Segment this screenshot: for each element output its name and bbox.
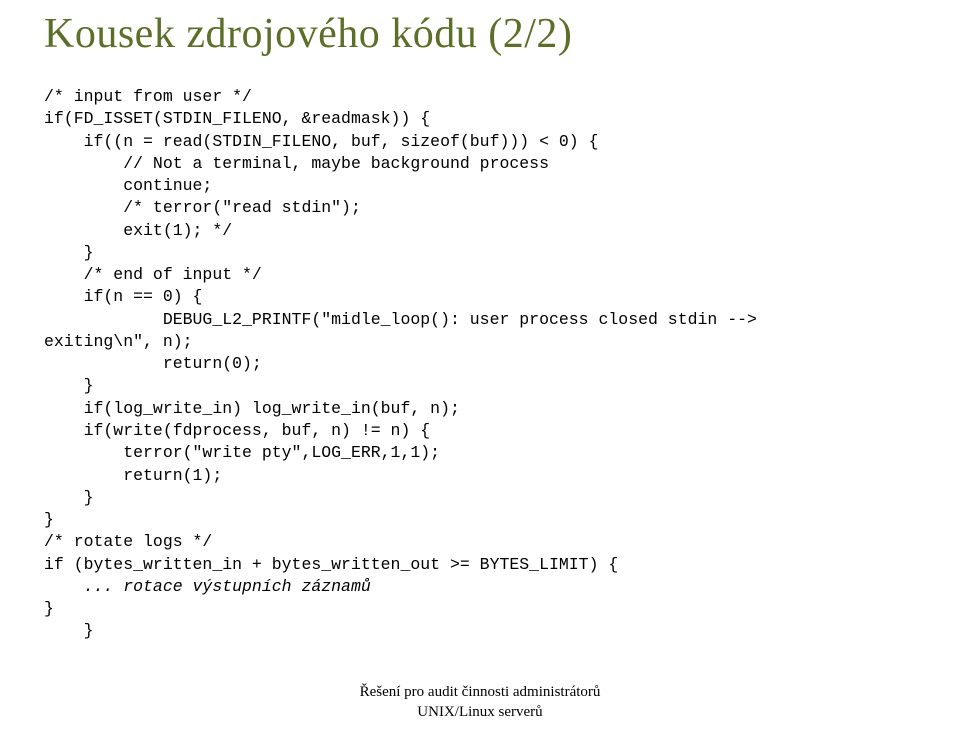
code-line: continue; (44, 176, 212, 195)
code-line: /* rotate logs */ (44, 532, 212, 551)
code-line: } (44, 621, 94, 640)
code-line: } (44, 376, 94, 395)
code-line: if(log_write_in) log_write_in(buf, n); (44, 399, 460, 418)
code-line: exiting\n", n); (44, 332, 193, 351)
slide-footer: Řešení pro audit činnosti administrátorů… (0, 682, 960, 723)
code-line: } (44, 510, 54, 529)
code-line: if((n = read(STDIN_FILENO, buf, sizeof(b… (44, 132, 599, 151)
code-line: /* terror("read stdin"); (44, 198, 361, 217)
code-line: DEBUG_L2_PRINTF("midle_loop(): user proc… (44, 310, 767, 329)
code-line: if(write(fdprocess, buf, n) != n) { (44, 421, 430, 440)
code-line: return(1); (44, 466, 222, 485)
code-line: } (44, 488, 94, 507)
code-line: if (bytes_written_in + bytes_written_out… (44, 555, 618, 574)
code-line: /* input from user */ (44, 87, 252, 106)
code-line-italic: ... rotace výstupních záznamů (44, 577, 371, 596)
code-line: if(FD_ISSET(STDIN_FILENO, &readmask)) { (44, 109, 430, 128)
slide-title: Kousek zdrojového kódu (2/2) (44, 10, 916, 58)
footer-line-1: Řešení pro audit činnosti administrátorů (0, 682, 960, 702)
code-line: exit(1); */ (44, 221, 232, 240)
code-line: return(0); (44, 354, 262, 373)
code-line: // Not a terminal, maybe background proc… (44, 154, 549, 173)
code-line: /* end of input */ (44, 265, 262, 284)
footer-line-2: UNIX/Linux serverů (0, 702, 960, 722)
code-line: } (44, 599, 54, 618)
code-line: } (44, 243, 94, 262)
code-block: /* input from user */ if(FD_ISSET(STDIN_… (44, 86, 916, 643)
code-line: if(n == 0) { (44, 287, 202, 306)
code-line: terror("write pty",LOG_ERR,1,1); (44, 443, 440, 462)
